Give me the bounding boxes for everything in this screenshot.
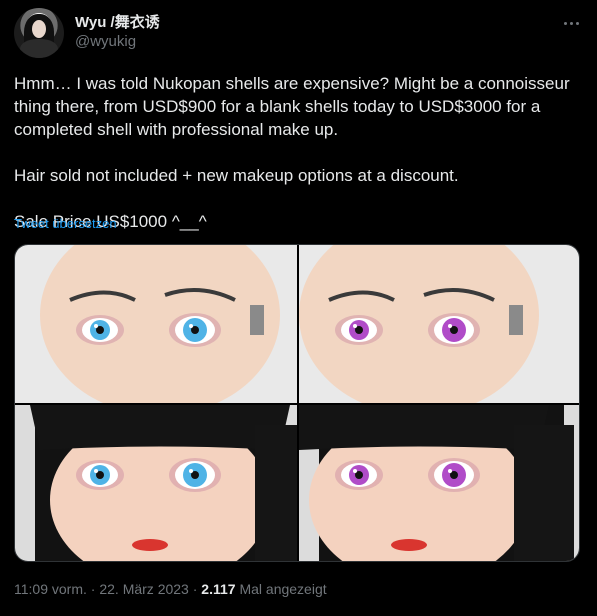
media-photo-3[interactable] bbox=[15, 405, 297, 561]
avatar-face bbox=[32, 20, 46, 38]
black-hair-blue-eyes-image bbox=[15, 405, 297, 561]
meta-separator: · bbox=[90, 581, 96, 597]
more-options-icon[interactable] bbox=[556, 8, 586, 38]
tweet: Wyu /舞衣诱 @wyukig Hmm… I was told Nukopan… bbox=[0, 0, 597, 616]
tweet-text: Hmm… I was told Nukopan shells are expen… bbox=[14, 72, 584, 233]
media-grid bbox=[14, 244, 580, 562]
translate-tweet-link[interactable]: Tweet übersetzen bbox=[14, 216, 117, 231]
tweet-date[interactable]: 22. März 2023 bbox=[99, 581, 189, 597]
views-count: 2.117 bbox=[201, 581, 236, 597]
media-photo-4[interactable] bbox=[299, 405, 579, 561]
dot bbox=[575, 21, 579, 25]
avatar-body bbox=[20, 39, 58, 58]
avatar[interactable] bbox=[14, 8, 64, 58]
media-photo-1[interactable] bbox=[15, 245, 297, 403]
bald-shell-blue-eyes-image bbox=[15, 245, 297, 403]
tweet-paragraph-1: Hmm… I was told Nukopan shells are expen… bbox=[14, 74, 570, 139]
tweet-meta: 11:09 vorm. · 22. März 2023 · 2.117 Mal … bbox=[14, 581, 327, 597]
dot bbox=[569, 21, 573, 25]
meta-separator: · bbox=[192, 581, 198, 597]
tweet-paragraph-2: Hair sold not included + new makeup opti… bbox=[14, 166, 459, 185]
tweet-time[interactable]: 11:09 vorm. bbox=[14, 581, 87, 597]
media-photo-2[interactable] bbox=[299, 245, 579, 403]
dot bbox=[563, 21, 567, 25]
views-label: Mal angezeigt bbox=[239, 581, 327, 597]
display-name[interactable]: Wyu /舞衣诱 bbox=[75, 11, 160, 32]
bald-shell-purple-eyes-image bbox=[299, 245, 579, 403]
user-handle[interactable]: @wyukig bbox=[75, 33, 136, 50]
black-hair-purple-eyes-image bbox=[299, 405, 579, 561]
